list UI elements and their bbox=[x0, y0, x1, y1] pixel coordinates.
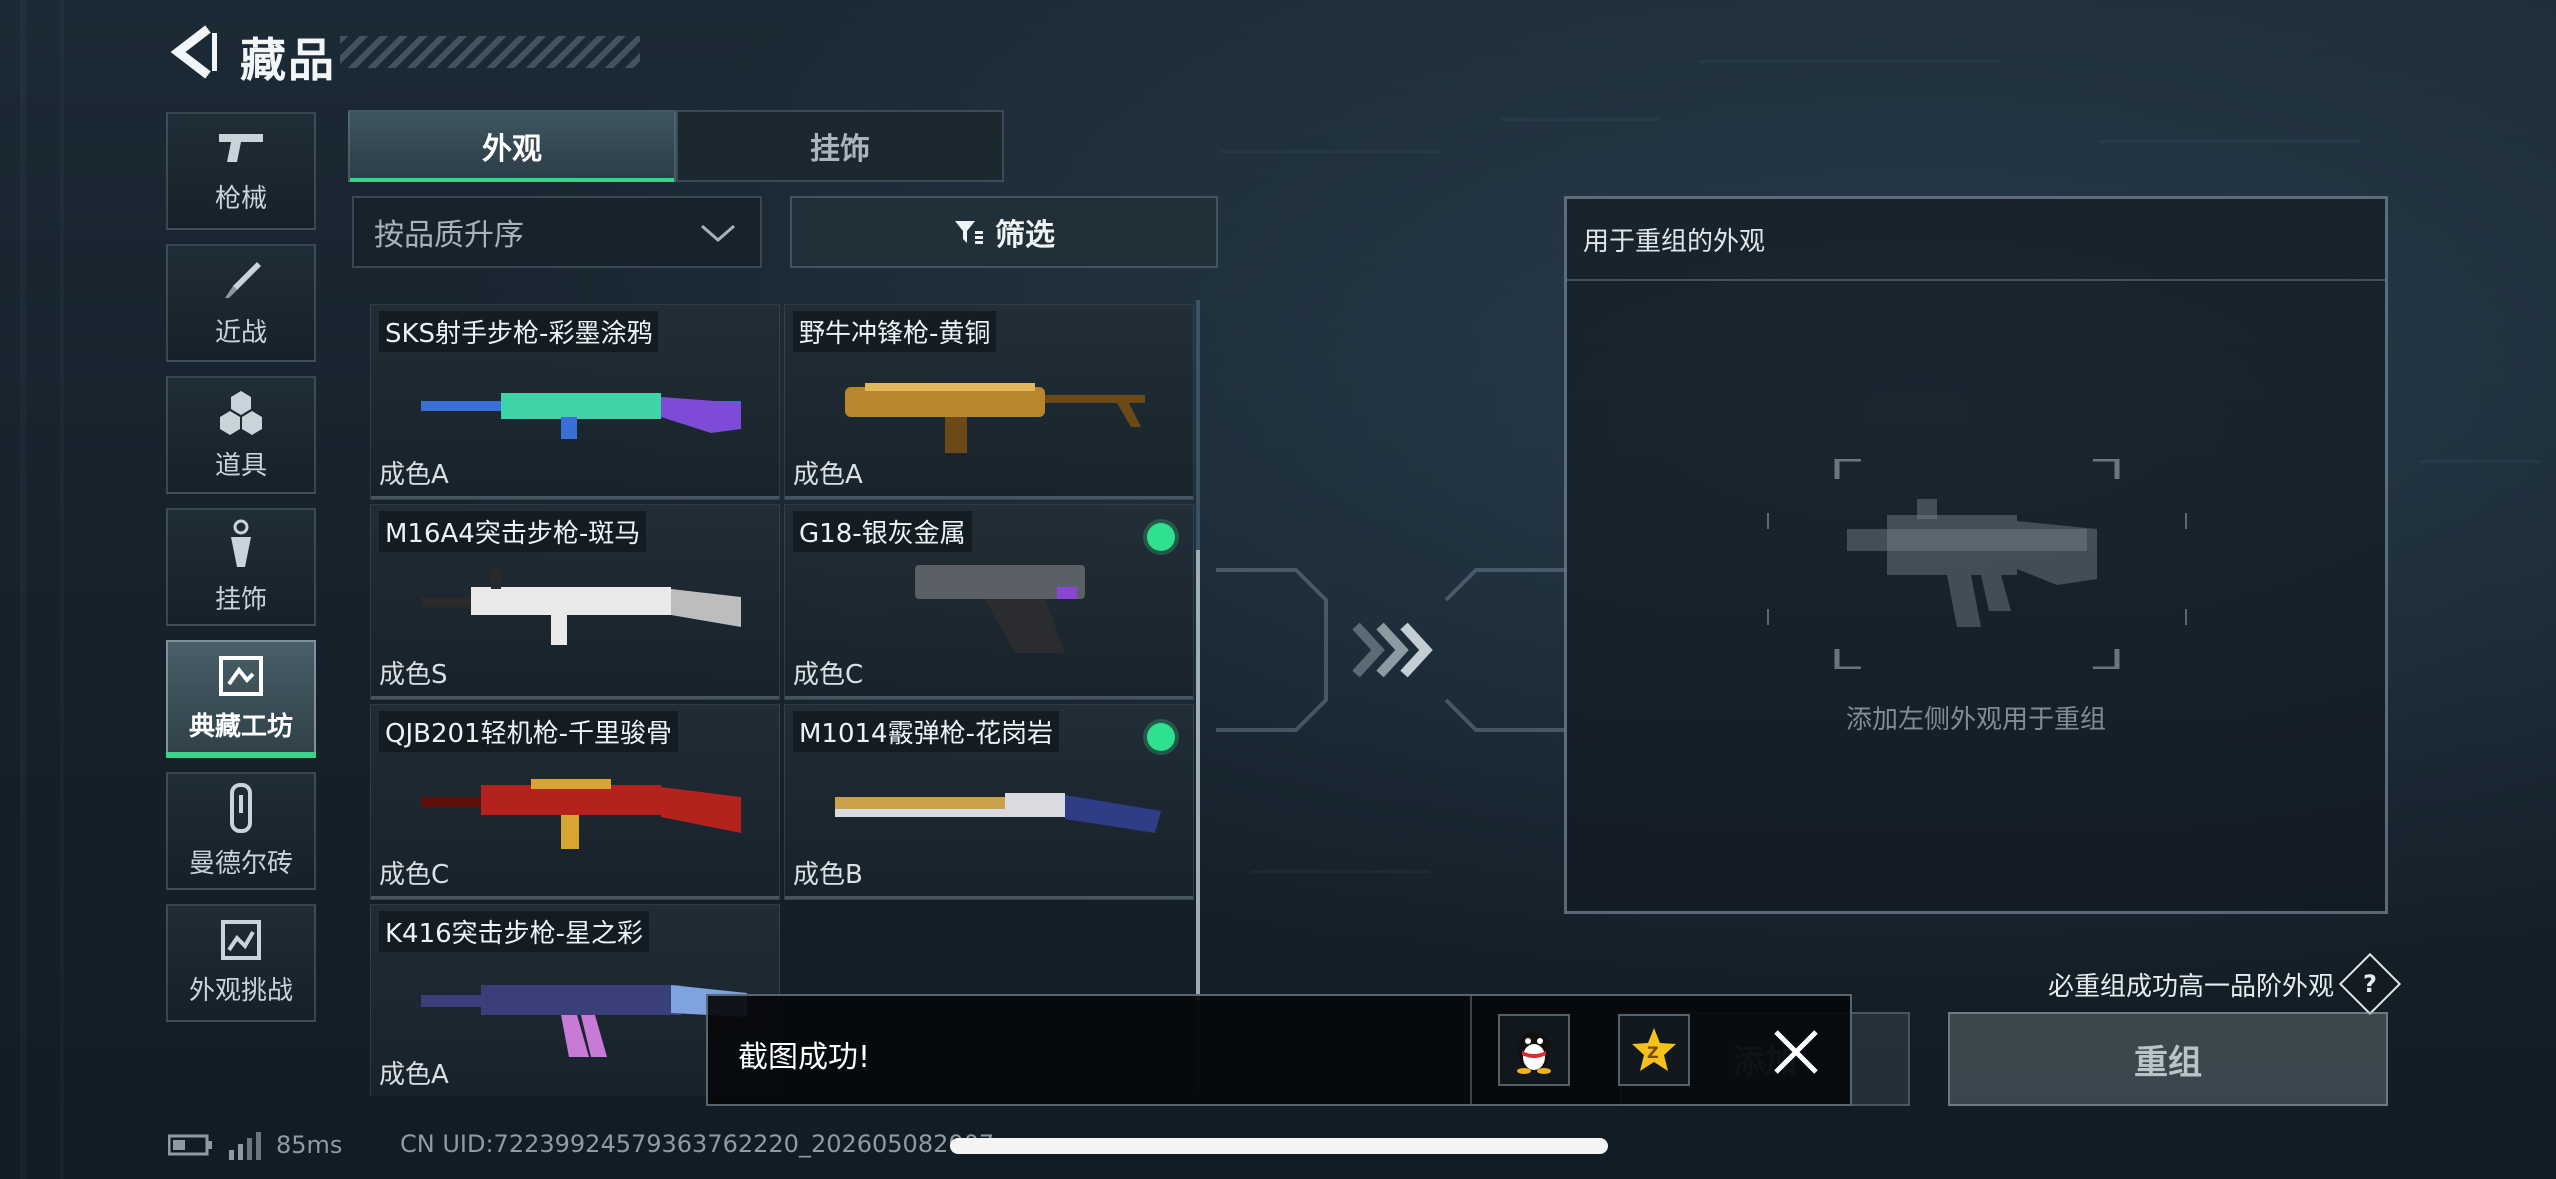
share-qzone-button[interactable]: Z bbox=[1618, 1014, 1690, 1086]
chevron-down-icon bbox=[701, 224, 735, 242]
skin-grade: 成色C bbox=[793, 660, 864, 690]
pistol-icon bbox=[219, 133, 263, 162]
nav-item-items[interactable]: 道具 bbox=[166, 376, 316, 494]
knife-icon bbox=[225, 261, 261, 298]
nav-item-workshop[interactable]: 典藏工坊 bbox=[166, 640, 316, 758]
guarantee-text: 必重组成功高一品阶外观 bbox=[2047, 971, 2334, 1002]
nav-item-label: 挂饰 bbox=[214, 584, 267, 615]
skin-grid: SKS射手步枪-彩墨涂鸦 成色A 野牛冲锋枪-黄铜 成色A M16A4突击步枪-… bbox=[352, 286, 1216, 1096]
shotgun-image bbox=[835, 793, 1161, 833]
skin-card[interactable]: SKS射手步枪-彩墨涂鸦 成色A bbox=[370, 304, 780, 500]
rifle-image bbox=[421, 571, 741, 645]
skin-name: K416突击步枪-星之彩 bbox=[379, 911, 650, 952]
selected-indicator bbox=[1147, 523, 1175, 551]
nav-item-label: 道具 bbox=[214, 450, 267, 481]
help-icon[interactable]: ? bbox=[2338, 952, 2402, 1016]
workshop-icon bbox=[219, 655, 263, 696]
screenshot-toast: 截图成功! Z bbox=[706, 994, 1852, 1106]
skin-card[interactable]: QJB201轻机枪-千里骏骨 成色C bbox=[370, 704, 780, 900]
filter-button[interactable]: 筛选 bbox=[790, 196, 1218, 268]
pistol-image bbox=[915, 565, 1085, 653]
nav-item-mandel[interactable]: 曼德尔砖 bbox=[166, 772, 316, 890]
skin-card[interactable]: M1014霰弹枪-花岗岩 成色B bbox=[784, 704, 1194, 900]
toast-divider bbox=[1470, 996, 1472, 1104]
guarantee-note: 必重组成功高一品阶外观 ? bbox=[2047, 952, 2402, 1016]
skin-name: G18-银灰金属 bbox=[793, 511, 972, 552]
recombine-button[interactable]: 重组 bbox=[1948, 1012, 2388, 1106]
skin-grade: 成色A bbox=[379, 1060, 449, 1090]
ping-value: 85ms bbox=[276, 1131, 343, 1159]
toast-message: 截图成功! bbox=[738, 1040, 871, 1075]
recombine-hint: 添加左侧外观用于重组 bbox=[1845, 705, 2106, 735]
charm-icon bbox=[231, 519, 251, 567]
page-title: 藏品 bbox=[240, 33, 336, 87]
skin-card[interactable]: M16A4突击步枪-斑马 成色S bbox=[370, 504, 780, 700]
nav-item-challenge[interactable]: 外观挑战 bbox=[166, 904, 316, 1022]
skin-card[interactable]: G18-银灰金属 成色C bbox=[784, 504, 1194, 700]
challenge-icon bbox=[221, 919, 261, 960]
rifle-image bbox=[421, 393, 741, 439]
skin-name: M16A4突击步枪-斑马 bbox=[379, 511, 647, 552]
skin-name: 野牛冲锋枪-黄铜 bbox=[793, 311, 997, 352]
skin-name: QJB201轻机枪-千里骏骨 bbox=[379, 711, 678, 752]
nav-item-label: 外观挑战 bbox=[188, 975, 293, 1006]
nav-item-label: 近战 bbox=[214, 317, 267, 348]
user-uid: CN UID:7223992457936376222​0_2026050820​… bbox=[400, 1130, 995, 1158]
nav-item-label: 枪械 bbox=[214, 183, 267, 214]
tab-skins[interactable]: 外观 bbox=[348, 110, 676, 182]
close-icon[interactable] bbox=[1768, 1024, 1824, 1080]
skin-grade: 成色S bbox=[379, 660, 448, 690]
tab-charms[interactable]: 挂饰 bbox=[676, 110, 1004, 182]
skin-name: SKS射手步枪-彩墨涂鸦 bbox=[379, 311, 659, 352]
skin-grade: 成色A bbox=[793, 460, 863, 490]
home-indicator[interactable] bbox=[950, 1138, 1608, 1154]
skin-grade: 成色A bbox=[379, 460, 449, 490]
svg-text:Z: Z bbox=[1647, 1043, 1659, 1062]
grenade-icon bbox=[220, 390, 262, 435]
empty-slot-rifle-icon[interactable] bbox=[1767, 459, 2187, 669]
nav-item-guns[interactable]: 枪械 bbox=[166, 112, 316, 230]
nav-item-label: 曼德尔砖 bbox=[188, 848, 293, 879]
filter-label: 筛选 bbox=[995, 218, 1055, 253]
qq-penguin-icon bbox=[1517, 1031, 1551, 1074]
skin-grade: 成色B bbox=[793, 860, 863, 890]
nav-item-melee[interactable]: 近战 bbox=[166, 244, 316, 362]
lmg-image bbox=[421, 779, 741, 849]
share-qq-button[interactable] bbox=[1498, 1014, 1570, 1086]
brick-icon bbox=[230, 782, 252, 833]
back-arrow-icon bbox=[170, 25, 217, 79]
signal-icon bbox=[229, 1132, 261, 1160]
qzone-star-icon: Z bbox=[1632, 1028, 1676, 1071]
nav-item-charms[interactable]: 挂饰 bbox=[166, 508, 316, 626]
back-button[interactable] bbox=[160, 22, 230, 82]
title-decoration bbox=[340, 36, 640, 68]
rifle-image bbox=[421, 985, 747, 1057]
skin-grade: 成色C bbox=[379, 860, 450, 890]
recombine-panel: 用于重组的外观 添加左侧外观用于重组 bbox=[1564, 196, 2388, 914]
battery-icon bbox=[168, 1134, 212, 1156]
sort-dropdown[interactable]: 按品质升序 bbox=[352, 196, 762, 268]
skin-name: M1014霰弹枪-花岗岩 bbox=[793, 711, 1059, 752]
selected-indicator bbox=[1147, 723, 1175, 751]
nav-item-label: 典藏工坊 bbox=[188, 711, 293, 742]
grid-scrollbar-thumb[interactable] bbox=[1196, 550, 1200, 1000]
smg-image bbox=[845, 383, 1145, 453]
recombine-panel-title: 用于重组的外观 bbox=[1567, 199, 2385, 281]
transfer-arrows-icon bbox=[1216, 568, 1566, 732]
skin-card[interactable]: 野牛冲锋枪-黄铜 成色A bbox=[784, 304, 1194, 500]
filter-icon bbox=[955, 221, 983, 244]
sort-label: 按品质升序 bbox=[374, 218, 524, 253]
status-indicators: 85ms bbox=[168, 1130, 342, 1160]
